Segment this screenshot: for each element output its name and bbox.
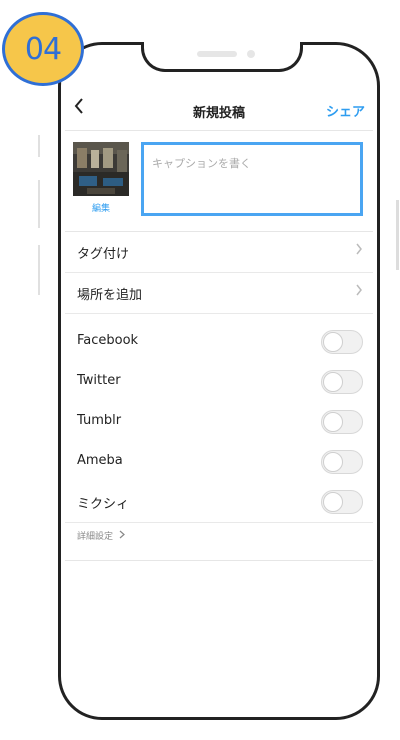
decorative-line xyxy=(38,180,40,228)
photo-image xyxy=(73,142,129,196)
step-number: 04 xyxy=(24,31,62,67)
chevron-right-icon xyxy=(355,241,363,260)
phone-notch xyxy=(141,42,303,72)
share-row-tumblr: Tumblr xyxy=(65,402,373,442)
toggle-knob xyxy=(323,332,343,352)
share-button[interactable]: シェア xyxy=(326,101,365,120)
tag-people-label: タグ付け xyxy=(77,247,130,262)
mixi-toggle[interactable] xyxy=(321,490,363,514)
share-row-mixi: ミクシィ xyxy=(65,482,373,523)
side-button xyxy=(396,200,399,270)
share-row-twitter: Twitter xyxy=(65,362,373,402)
tag-people-row[interactable]: タグ付け xyxy=(65,232,373,273)
share-label: Facebook xyxy=(77,333,139,348)
speaker-grille xyxy=(197,51,237,57)
toggle-knob xyxy=(323,372,343,392)
chevron-right-icon xyxy=(355,282,363,301)
caption-placeholder: キャプションを書く xyxy=(152,157,251,170)
step-badge: 04 xyxy=(2,12,84,86)
decorative-line xyxy=(38,245,40,295)
nav-bar: 新規投稿 シェア xyxy=(65,90,373,131)
divider xyxy=(65,560,373,561)
ameba-toggle[interactable] xyxy=(321,450,363,474)
front-camera xyxy=(247,50,255,58)
decorative-line xyxy=(38,135,40,157)
share-label: Twitter xyxy=(77,373,121,388)
edit-link[interactable]: 編集 xyxy=(73,201,129,214)
share-label: Tumblr xyxy=(77,413,122,428)
share-label: ミクシィ xyxy=(77,497,130,512)
toggle-knob xyxy=(323,452,343,472)
add-location-row[interactable]: 場所を追加 xyxy=(65,273,373,314)
toggle-knob xyxy=(323,492,343,512)
new-post-screen: 新規投稿 シェア 編集 キャプションを書く タグ付け 場所を追加 Faceboo… xyxy=(65,90,373,570)
toggle-knob xyxy=(323,412,343,432)
chevron-right-icon xyxy=(119,530,125,539)
share-row-ameba: Ameba xyxy=(65,442,373,482)
facebook-toggle[interactable] xyxy=(321,330,363,354)
tumblr-toggle[interactable] xyxy=(321,410,363,434)
add-location-label: 場所を追加 xyxy=(77,288,143,303)
post-thumbnail[interactable] xyxy=(73,142,129,196)
share-row-facebook: Facebook xyxy=(65,322,373,362)
advanced-settings-label: 詳細設定 xyxy=(77,532,114,542)
share-label: Ameba xyxy=(77,453,123,468)
twitter-toggle[interactable] xyxy=(321,370,363,394)
caption-input[interactable]: キャプションを書く xyxy=(141,142,363,216)
advanced-settings-link[interactable]: 詳細設定 xyxy=(77,529,125,542)
